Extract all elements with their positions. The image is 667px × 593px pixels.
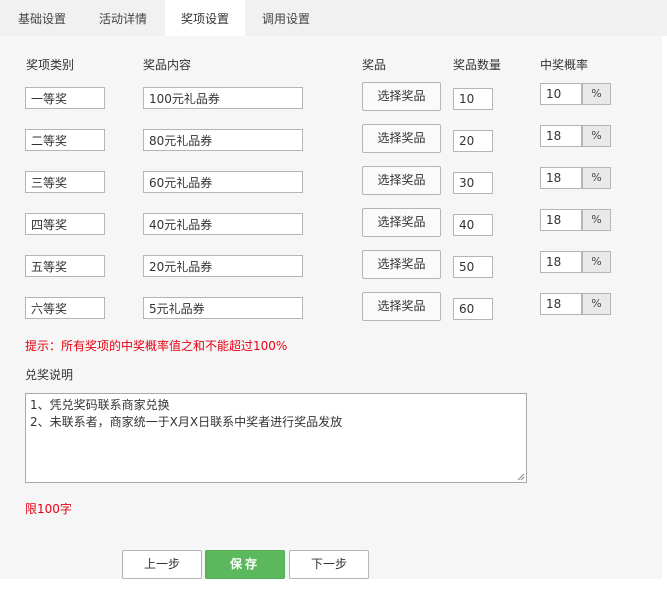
prize-content-field[interactable] — [143, 171, 303, 193]
column-header-prize: 奖品 — [362, 58, 387, 72]
prize-type-field[interactable] — [25, 87, 105, 109]
prize-quantity-field[interactable] — [453, 130, 493, 152]
prize-content-field[interactable] — [143, 297, 303, 319]
win-rate-field[interactable] — [540, 167, 582, 189]
prize-type-field[interactable] — [25, 255, 105, 277]
percent-addon: % — [582, 125, 611, 147]
redemption-description-textarea[interactable]: 1、凭兑奖码联系商家兑换 2、未联系者，商家统一于X月X日联系中奖者进行奖品发放 — [25, 393, 527, 483]
prize-row: 选择奖品 % — [0, 250, 662, 279]
column-header-prize-quantity: 奖品数量 — [453, 58, 502, 72]
character-limit-note: 限100字 — [25, 502, 72, 516]
prize-row: 选择奖品 % — [0, 208, 662, 237]
select-prize-button[interactable]: 选择奖品 — [362, 208, 441, 237]
tab-activity-details[interactable]: 活动详情 — [86, 0, 160, 36]
prize-type-field[interactable] — [25, 297, 105, 319]
prize-row: 选择奖品 % — [0, 166, 662, 195]
prize-quantity-field[interactable] — [453, 256, 493, 278]
column-header-prize-type: 奖项类别 — [26, 58, 75, 72]
win-rate-field[interactable] — [540, 251, 582, 273]
prize-content-field[interactable] — [143, 87, 303, 109]
resize-grip-icon[interactable] — [517, 473, 525, 481]
select-prize-button[interactable]: 选择奖品 — [362, 250, 441, 279]
prize-quantity-field[interactable] — [453, 214, 493, 236]
prize-quantity-field[interactable] — [453, 88, 493, 110]
prize-row: 选择奖品 % — [0, 124, 662, 153]
select-prize-button[interactable]: 选择奖品 — [362, 292, 441, 321]
tab-bar: 基础设置 活动详情 奖项设置 调用设置 — [0, 0, 667, 36]
tab-embed-settings[interactable]: 调用设置 — [250, 0, 322, 36]
tab-basic-settings[interactable]: 基础设置 — [6, 0, 78, 36]
prize-row: 选择奖品 % — [0, 82, 662, 111]
column-header-win-rate: 中奖概率 — [540, 58, 589, 72]
prize-type-field[interactable] — [25, 171, 105, 193]
prize-content-field[interactable] — [143, 213, 303, 235]
select-prize-button[interactable]: 选择奖品 — [362, 124, 441, 153]
percent-addon: % — [582, 251, 611, 273]
next-step-button[interactable]: 下一步 — [289, 550, 369, 579]
previous-step-button[interactable]: 上一步 — [122, 550, 202, 579]
redemption-description-label: 兑奖说明 — [25, 368, 74, 382]
column-header-prize-content: 奖品内容 — [143, 58, 192, 72]
prize-content-field[interactable] — [143, 255, 303, 277]
select-prize-button[interactable]: 选择奖品 — [362, 166, 441, 195]
description-line: 1、凭兑奖码联系商家兑换 — [30, 398, 170, 412]
win-rate-field[interactable] — [540, 209, 582, 231]
percent-addon: % — [582, 167, 611, 189]
prize-content-field[interactable] — [143, 129, 303, 151]
percent-addon: % — [582, 293, 611, 315]
probability-tip: 提示：所有奖项的中奖概率值之和不能超过100% — [25, 339, 288, 353]
win-rate-field[interactable] — [540, 83, 582, 105]
select-prize-button[interactable]: 选择奖品 — [362, 82, 441, 111]
win-rate-field[interactable] — [540, 293, 582, 315]
prize-type-field[interactable] — [25, 129, 105, 151]
prize-quantity-field[interactable] — [453, 172, 493, 194]
description-line: 2、未联系者，商家统一于X月X日联系中奖者进行奖品发放 — [30, 415, 343, 429]
save-button[interactable]: 保存 — [205, 550, 285, 579]
percent-addon: % — [582, 83, 611, 105]
tab-prize-settings[interactable]: 奖项设置 — [165, 0, 245, 36]
prize-type-field[interactable] — [25, 213, 105, 235]
win-rate-field[interactable] — [540, 125, 582, 147]
percent-addon: % — [582, 209, 611, 231]
prize-quantity-field[interactable] — [453, 298, 493, 320]
prize-row: 选择奖品 % — [0, 292, 662, 321]
